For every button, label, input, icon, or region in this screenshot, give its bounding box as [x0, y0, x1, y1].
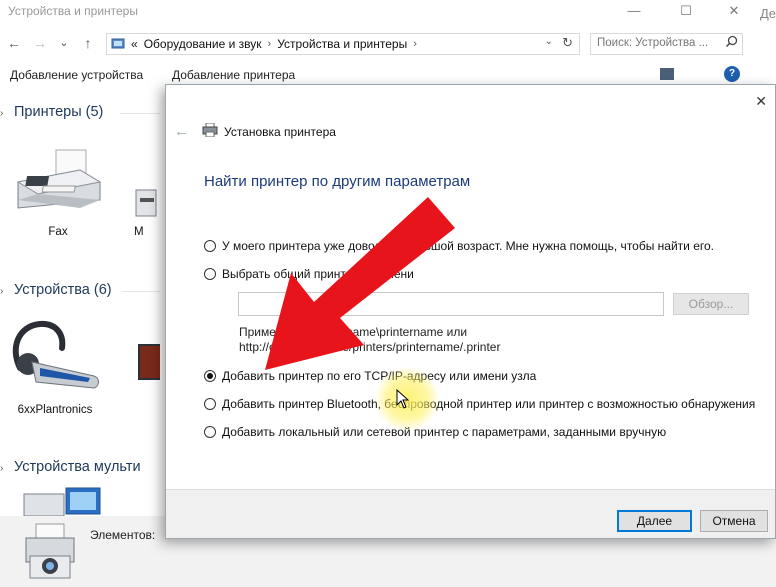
shared-printer-name-field[interactable]	[238, 292, 664, 316]
radio-tcpip[interactable]	[204, 370, 216, 382]
breadcrumb-prefix[interactable]: «	[131, 37, 138, 51]
device-multimedia[interactable]	[22, 484, 102, 518]
option-shared-printer[interactable]: Выбрать общий принтер по имени	[204, 267, 414, 281]
group-printers-header[interactable]: › Принтеры (5)	[0, 104, 103, 120]
device-printer-partial-label: M	[134, 226, 144, 238]
printer-camera-icon	[25, 523, 75, 579]
recent-locations-icon[interactable]: ⌄	[56, 34, 72, 52]
search-icon[interactable]	[725, 35, 738, 48]
view-options-icon[interactable]	[660, 68, 674, 80]
media-device-icon	[23, 487, 101, 517]
radio-old-printer[interactable]	[204, 240, 216, 252]
device-plantronics[interactable]: 6xxPlantronics	[4, 318, 106, 418]
add-printer-dialog: ✕ ← Установка принтера Найти принтер по …	[165, 84, 776, 539]
up-icon[interactable]: ↑	[80, 34, 96, 52]
address-bar[interactable]: « Оборудование и звук › Устройства и при…	[106, 33, 580, 55]
dialog-back-icon[interactable]: ←	[174, 123, 189, 140]
close-button[interactable]: ✕	[720, 2, 748, 20]
add-printer-button[interactable]: Добавление принтера	[172, 68, 295, 82]
option-shared-printer-label: Выбрать общий принтер по имени	[222, 267, 414, 281]
option-bluetooth[interactable]: Добавить принтер Bluetooth, беспроводной…	[204, 397, 755, 411]
group-divider	[120, 113, 160, 114]
dialog-title: Установка принтера	[224, 125, 336, 139]
device-fax[interactable]: Fax	[8, 148, 108, 243]
address-dropdown-icon[interactable]: ⌄	[545, 36, 553, 47]
option-local-manual[interactable]: Добавить локальный или сетевой принтер с…	[204, 425, 666, 439]
example-text-line1: Пример: \\computername\printername или	[239, 325, 468, 339]
window-titlebar: Устройства и принтеры — ☐ ✕ Де	[0, 0, 776, 26]
device-fax-label: Fax	[48, 226, 68, 238]
headset-icon	[12, 320, 99, 389]
add-device-button[interactable]: Добавление устройства	[10, 68, 143, 82]
chevron-right-icon[interactable]: ›	[0, 286, 14, 297]
group-printers-label: Принтеры (5)	[14, 104, 104, 120]
chevron-right-icon[interactable]: ›	[0, 108, 14, 119]
search-input[interactable]: Поиск: Устройства ...	[590, 33, 743, 55]
maximize-button[interactable]: ☐	[672, 2, 700, 20]
device-printer-partial[interactable]: M	[128, 148, 158, 243]
option-tcpip-label: Добавить принтер по его TCP/IP-адресу ил…	[222, 369, 537, 383]
radio-shared-printer[interactable]	[204, 268, 216, 280]
items-count-label: Элементов:	[90, 528, 156, 542]
chevron-right-icon[interactable]: ›	[268, 38, 272, 50]
chevron-right-icon[interactable]: ›	[413, 38, 417, 50]
radio-local-manual[interactable]	[204, 426, 216, 438]
printer-icon	[202, 123, 218, 137]
group-multimedia-header[interactable]: › Устройства мульти	[0, 459, 141, 475]
search-placeholder: Поиск: Устройства ...	[597, 37, 709, 49]
window-title: Устройства и принтеры	[8, 4, 138, 18]
navigation-bar: ← → ⌄ ↑ « Оборудование и звук › Устройст…	[0, 30, 776, 58]
option-tcpip[interactable]: Добавить принтер по его TCP/IP-адресу ил…	[204, 369, 536, 383]
control-panel-icon	[111, 38, 125, 49]
option-local-manual-label: Добавить локальный или сетевой принтер с…	[222, 425, 667, 439]
cancel-button[interactable]: Отмена	[700, 510, 768, 532]
forward-icon[interactable]: →	[32, 34, 48, 52]
group-devices-label: Устройства (6)	[14, 282, 112, 298]
minimize-button[interactable]: —	[620, 2, 648, 20]
fax-icon	[16, 149, 102, 209]
dialog-close-icon[interactable]: ✕	[755, 93, 767, 110]
breadcrumb-devices-and-printers[interactable]: Устройства и принтеры	[277, 37, 407, 51]
group-multimedia-label: Устройства мульти	[14, 459, 141, 475]
browse-button[interactable]: Обзор...	[673, 293, 749, 315]
device-plantronics-label: 6xxPlantronics	[17, 404, 93, 416]
breadcrumb-hardware-and-sound[interactable]: Оборудование и звук	[144, 37, 262, 51]
chevron-right-icon[interactable]: ›	[0, 463, 14, 474]
next-button[interactable]: Далее	[617, 510, 692, 532]
example-text-line2: http://computername/printers/printername…	[239, 340, 501, 354]
breadcrumb: « Оборудование и звук › Устройства и при…	[111, 36, 417, 52]
option-old-printer[interactable]: У моего принтера уже довольно большой во…	[204, 239, 714, 253]
device-monitor-partial[interactable]	[134, 340, 160, 400]
background-window-edge-text: Де	[759, 6, 776, 21]
group-divider	[122, 291, 160, 292]
refresh-icon[interactable]: ↻	[562, 35, 573, 51]
group-devices-header[interactable]: › Устройства (6)	[0, 282, 112, 298]
monitor-icon	[138, 344, 160, 380]
radio-bluetooth[interactable]	[204, 398, 216, 410]
dialog-footer: Далее Отмена	[166, 489, 775, 538]
option-old-printer-label: У моего принтера уже довольно большой во…	[222, 239, 715, 253]
printer-icon	[135, 189, 157, 217]
dialog-heading: Найти принтер по другим параметрам	[204, 173, 471, 190]
help-icon[interactable]: ?	[724, 66, 740, 82]
option-bluetooth-label: Добавить принтер Bluetooth, беспроводной…	[222, 397, 756, 411]
back-icon[interactable]: ←	[6, 34, 22, 52]
